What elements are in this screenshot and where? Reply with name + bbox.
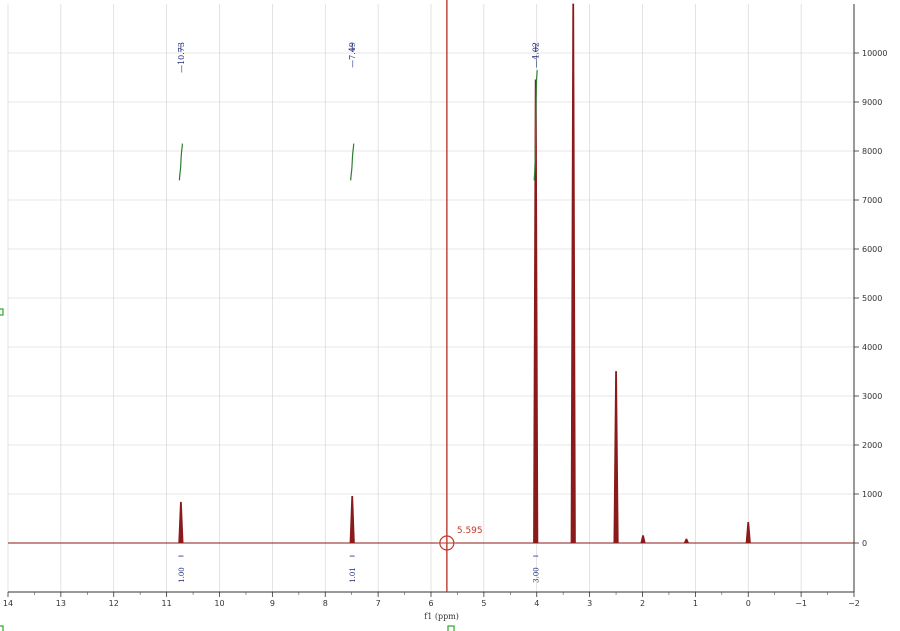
y-tick-label: 5000	[862, 294, 882, 303]
x-tick-label: 2	[640, 599, 645, 608]
x-tick-label: 14	[3, 599, 13, 608]
x-axis-title: f1 (ppm)	[424, 612, 459, 621]
bottom-resize-handle[interactable]	[447, 625, 455, 631]
y-tick-label: 4000	[862, 343, 882, 352]
y-tick-label: 7000	[862, 196, 882, 205]
x-tick-label: 3	[587, 599, 592, 608]
x-tick-label: 1	[693, 599, 698, 608]
y-tick-label: 0	[862, 539, 867, 548]
x-tick-label: 7	[376, 599, 381, 608]
x-tick-label: 5	[481, 599, 486, 608]
y-tick-label: 1000	[862, 490, 882, 499]
x-tick-label: 12	[109, 599, 119, 608]
x-tick-label: 10	[214, 599, 224, 608]
y-tick-label: 3000	[862, 392, 882, 401]
y-tick-label: 8000	[862, 147, 882, 156]
nmr-spectrum-chart: 14 13 12 11 10 9 8 7 6 5 4 3 2 1 0 −1 −20100020003000400…	[0, 0, 900, 631]
y-tick-label: 10000	[862, 49, 887, 58]
left-resize-handle[interactable]	[0, 308, 4, 316]
y-tick-label: 9000	[862, 98, 882, 107]
peak-label: —4.02	[532, 42, 541, 68]
x-tick-label: 13	[56, 599, 66, 608]
x-tick-label: 0	[746, 599, 751, 608]
y-tick-label: 6000	[862, 245, 882, 254]
x-tick-label: 6	[428, 599, 433, 608]
y-tick-label: 2000	[862, 441, 882, 450]
x-tick-label: 4	[534, 599, 539, 608]
x-tick-label: 8	[323, 599, 328, 608]
integral-value-label: 3.00	[533, 567, 541, 583]
integral-value-label: 1.01	[349, 567, 357, 583]
x-tick-label: −2	[848, 599, 860, 608]
cursor-readout: 5.595	[457, 526, 483, 536]
bottom-left-resize-handle[interactable]	[0, 625, 4, 631]
x-tick-label: −1	[795, 599, 807, 608]
peak-label: —7.49	[348, 42, 357, 68]
x-tick-label: 9	[270, 599, 275, 608]
peak-label: —10.73	[177, 42, 186, 73]
integral-value-label: 1.00	[178, 567, 186, 583]
x-tick-label: 11	[162, 599, 172, 608]
